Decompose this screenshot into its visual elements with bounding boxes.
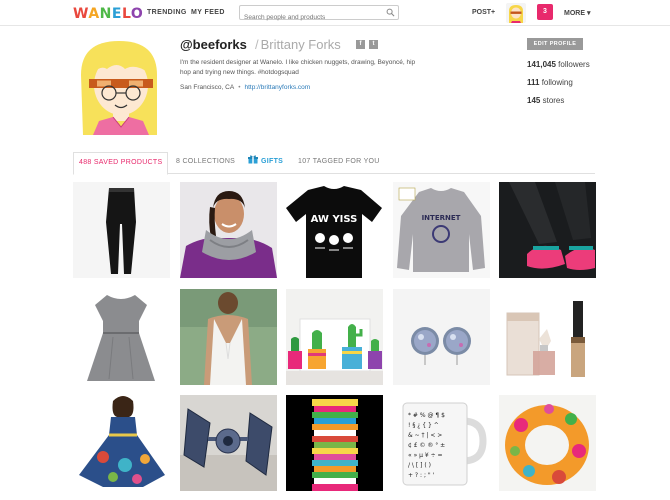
- product-image-tie-fighter: [180, 395, 277, 491]
- following-count: 111: [527, 78, 540, 87]
- product-image-gray-dress: [73, 289, 170, 385]
- product-image-scarf: [180, 182, 277, 278]
- product-image-druzy-earrings: [393, 289, 490, 385]
- product-tile[interactable]: AW YISS: [286, 182, 383, 278]
- product-image-pink-flats: [499, 182, 596, 278]
- tab-collections[interactable]: 8 COLLECTIONS: [176, 152, 235, 174]
- notification-badge[interactable]: 3: [537, 4, 553, 20]
- tab-saved-products[interactable]: 488 SAVED PRODUCTS: [73, 152, 169, 175]
- product-image-floral-scarf: [499, 395, 596, 491]
- product-tile[interactable]: [286, 289, 383, 385]
- profile-website-link[interactable]: http://brittanyforks.com: [244, 84, 310, 91]
- profile-avatar: [73, 35, 165, 135]
- stores-label: stores: [542, 96, 565, 105]
- svg-text:+ ? : ; " ': + ? : ; " ': [408, 472, 435, 479]
- following-label: following: [541, 78, 573, 87]
- followers-label: followers: [558, 60, 590, 69]
- tab-gifts-label: GIFTS: [261, 158, 284, 165]
- profile-tabs: 488 SAVED PRODUCTS 8 COLLECTIONS GIFTS 1…: [73, 152, 595, 175]
- nav-my-feed-link[interactable]: MY FEED: [191, 9, 225, 16]
- post-button[interactable]: POST+: [472, 9, 495, 16]
- product-image-internet-sweatshirt: INTERNET: [393, 182, 490, 278]
- product-tile[interactable]: [180, 289, 277, 385]
- facebook-icon[interactable]: f: [356, 40, 365, 49]
- profile-name-text: Brittany Forks: [260, 37, 341, 52]
- wanelo-logo[interactable]: WANELO: [73, 6, 143, 22]
- product-tile[interactable]: [180, 395, 277, 491]
- product-tile[interactable]: [73, 289, 170, 385]
- twitter-icon[interactable]: t: [369, 40, 378, 49]
- tab-gifts[interactable]: GIFTS: [248, 152, 283, 174]
- search-icon[interactable]: [386, 8, 395, 17]
- search-input[interactable]: [240, 11, 380, 24]
- product-tile[interactable]: [499, 182, 596, 278]
- product-image-perfume: [499, 289, 596, 385]
- user-avatar[interactable]: [506, 3, 526, 23]
- product-image-stacked-bowls: [286, 395, 383, 491]
- top-navigation-bar: WANELO TRENDING MY FEED POST+ 3 MORE ▾: [0, 0, 670, 26]
- product-tile[interactable]: [73, 182, 170, 278]
- search-box: [239, 5, 399, 24]
- more-menu-button[interactable]: MORE ▾: [564, 9, 590, 17]
- svg-text:¢ £ © ® ° ±: ¢ £ © ® ° ±: [408, 442, 445, 449]
- product-tile[interactable]: [393, 289, 490, 385]
- product-tile[interactable]: [286, 395, 383, 491]
- profile-location-line: San Francisco, CA • http://brittanyforks.c…: [180, 84, 310, 91]
- product-tile[interactable]: [180, 182, 277, 278]
- profile-bio: I'm the resident designer at Wanelo. I l…: [180, 59, 416, 76]
- product-image-aw-yiss-tshirt: AW YISS: [286, 182, 383, 278]
- svg-text:« » µ ¥ ÷ =: « » µ ¥ ÷ =: [408, 452, 443, 459]
- gift-icon: [248, 155, 258, 164]
- stores-count: 145: [527, 96, 541, 105]
- product-tile[interactable]: [73, 395, 170, 491]
- product-image-symbols-mug: * # % @ ¶ $ ! § ¿ { } ^ & ~ † | < > ¢ £ …: [393, 395, 490, 491]
- nav-trending-link[interactable]: TRENDING: [147, 9, 187, 16]
- following-stat[interactable]: 111 following: [527, 78, 573, 87]
- profile-handle: @beeforks: [180, 37, 247, 52]
- svg-text:* # % @ ¶ $: * # % @ ¶ $: [408, 412, 445, 419]
- sweatshirt-print-text: INTERNET: [422, 214, 461, 222]
- followers-stat[interactable]: 141,045 followers: [527, 60, 590, 69]
- product-tile[interactable]: * # % @ ¶ $ ! § ¿ { } ^ & ~ † | < > ¢ £ …: [393, 395, 490, 491]
- profile-location: San Francisco, CA: [180, 84, 235, 91]
- tab-tagged-for-you[interactable]: 107 TAGGED FOR YOU: [298, 152, 380, 174]
- product-tile[interactable]: [499, 395, 596, 491]
- followers-count: 141,045: [527, 60, 556, 69]
- product-image-cactus-planters: [286, 289, 383, 385]
- tshirt-print-text: AW YISS: [311, 214, 358, 225]
- svg-text:! § ¿ { } ^: ! § ¿ { } ^: [408, 422, 439, 429]
- product-tile[interactable]: INTERNET: [393, 182, 490, 278]
- product-tile[interactable]: [499, 289, 596, 385]
- profile-real-name: / Brittany Forks: [255, 37, 341, 52]
- edit-profile-button[interactable]: EDIT PROFILE: [527, 38, 583, 50]
- separator-dot: •: [238, 84, 241, 91]
- product-image-white-tank: [180, 289, 277, 385]
- svg-text:/ \ [ ] ( ): / \ [ ] ( ): [408, 462, 431, 469]
- svg-text:& ~ † | < >: & ~ † | < >: [408, 432, 442, 439]
- product-image-party-dress: [73, 395, 170, 491]
- stores-stat[interactable]: 145 stores: [527, 96, 564, 105]
- product-image-leggings: [73, 182, 170, 278]
